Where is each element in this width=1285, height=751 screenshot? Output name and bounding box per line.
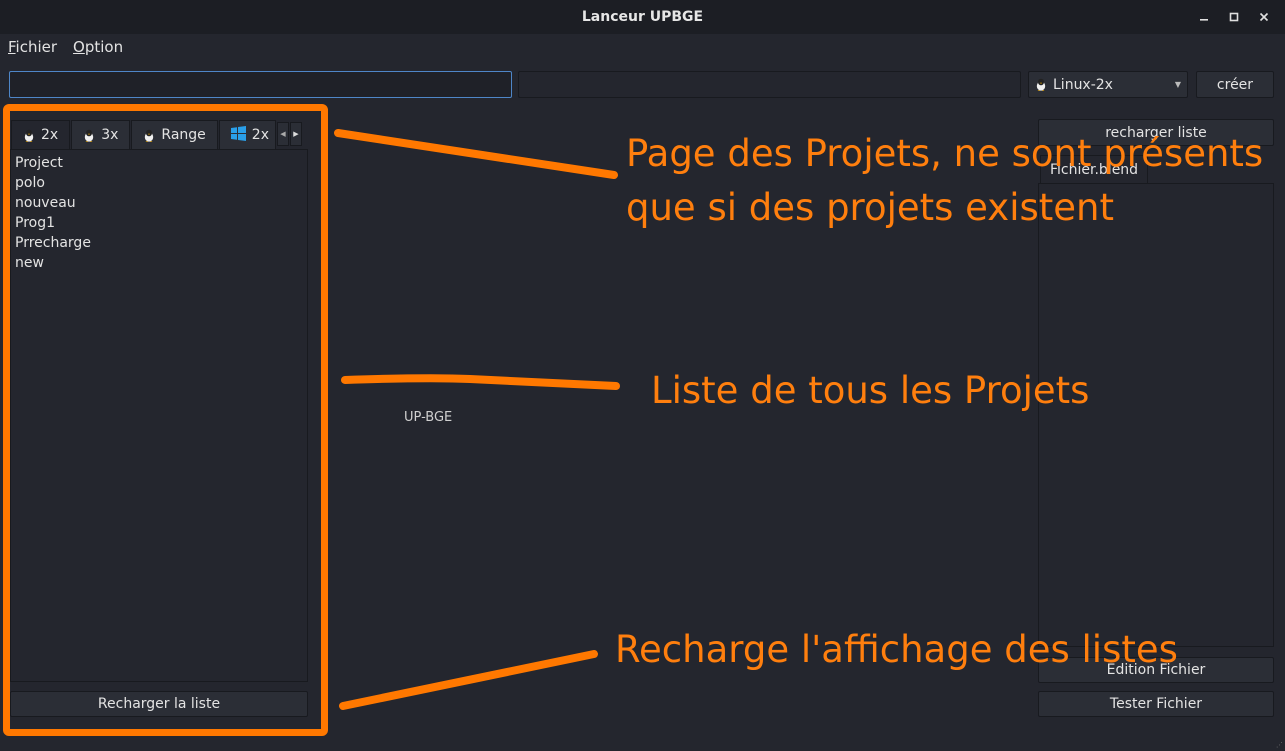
tab-linux-2x[interactable]: 2x	[11, 120, 71, 149]
menu-option-label: ption	[84, 38, 124, 56]
menu-fichier-mnemonic: F	[8, 38, 16, 56]
annotation-line: que si des projets existent	[626, 186, 1114, 229]
list-item[interactable]: polo	[15, 173, 303, 193]
menu-fichier[interactable]: Fichier	[0, 38, 65, 56]
version-select-value: Linux-2x	[1053, 76, 1113, 93]
tab-windows-2x[interactable]: 2x	[218, 120, 276, 149]
linux-icon	[83, 129, 95, 142]
list-item[interactable]: Project	[15, 153, 303, 173]
create-button[interactable]: créer	[1196, 71, 1274, 98]
resize-grip-icon[interactable]: ⋰	[1276, 741, 1283, 749]
list-item[interactable]: Prog1	[15, 213, 303, 233]
tab-label: 3x	[101, 127, 119, 143]
window-controls	[1189, 0, 1279, 34]
tab-scroll-left-icon[interactable]: ◀	[276, 122, 289, 146]
tab-linux-range[interactable]: Range	[131, 120, 218, 149]
tab-label: 2x	[251, 127, 269, 143]
linux-icon	[23, 129, 35, 142]
version-select[interactable]: Linux-2x ▼	[1028, 71, 1188, 98]
list-item[interactable]: Prrecharge	[15, 233, 303, 253]
project-name-input[interactable]	[9, 71, 512, 98]
annotation-tabs-note: Page des Projets, ne sont présents que s…	[626, 127, 1263, 235]
test-file-button[interactable]: Tester Fichier	[1038, 691, 1274, 717]
menu-option-mnemonic: O	[73, 38, 85, 56]
window-title: Lanceur UPBGE	[581, 9, 704, 25]
list-item[interactable]: new	[15, 253, 303, 273]
menu-fichier-label: ichier	[15, 38, 58, 56]
maximize-icon[interactable]	[1219, 0, 1249, 34]
menu-bar: Fichier Option	[0, 34, 131, 60]
chevron-down-icon: ▼	[1174, 80, 1181, 89]
tab-scroll-right-icon[interactable]: ▶	[289, 122, 302, 146]
windows-icon	[230, 125, 246, 145]
annotation-reload-note: Recharge l'affichage des listes	[615, 628, 1178, 671]
version-tabs: 2x 3x Range 2x ◀ ▶	[11, 120, 303, 149]
tab-linux-3x[interactable]: 3x	[71, 120, 131, 149]
path-field[interactable]	[518, 71, 1021, 98]
app-window: Lanceur UPBGE Fichier Option Linux-2x ▼ …	[0, 0, 1285, 751]
menu-option[interactable]: Option	[65, 38, 131, 56]
annotation-line: Page des Projets, ne sont présents	[626, 132, 1264, 175]
linux-icon	[1035, 78, 1047, 91]
title-bar: Lanceur UPBGE	[0, 0, 1285, 34]
close-icon[interactable]	[1249, 0, 1279, 34]
tab-label: Range	[161, 127, 206, 143]
minimize-icon[interactable]	[1189, 0, 1219, 34]
tab-label: 2x	[41, 127, 59, 143]
linux-icon	[143, 129, 155, 142]
annotation-list-note: Liste de tous les Projets	[651, 369, 1090, 412]
reload-list-button[interactable]: Recharger la liste	[10, 691, 308, 717]
logo-label: UP-BGE	[404, 410, 453, 425]
list-item[interactable]: nouveau	[15, 193, 303, 213]
project-list[interactable]: Project polo nouveau Prog1 Prrecharge ne…	[10, 149, 308, 682]
